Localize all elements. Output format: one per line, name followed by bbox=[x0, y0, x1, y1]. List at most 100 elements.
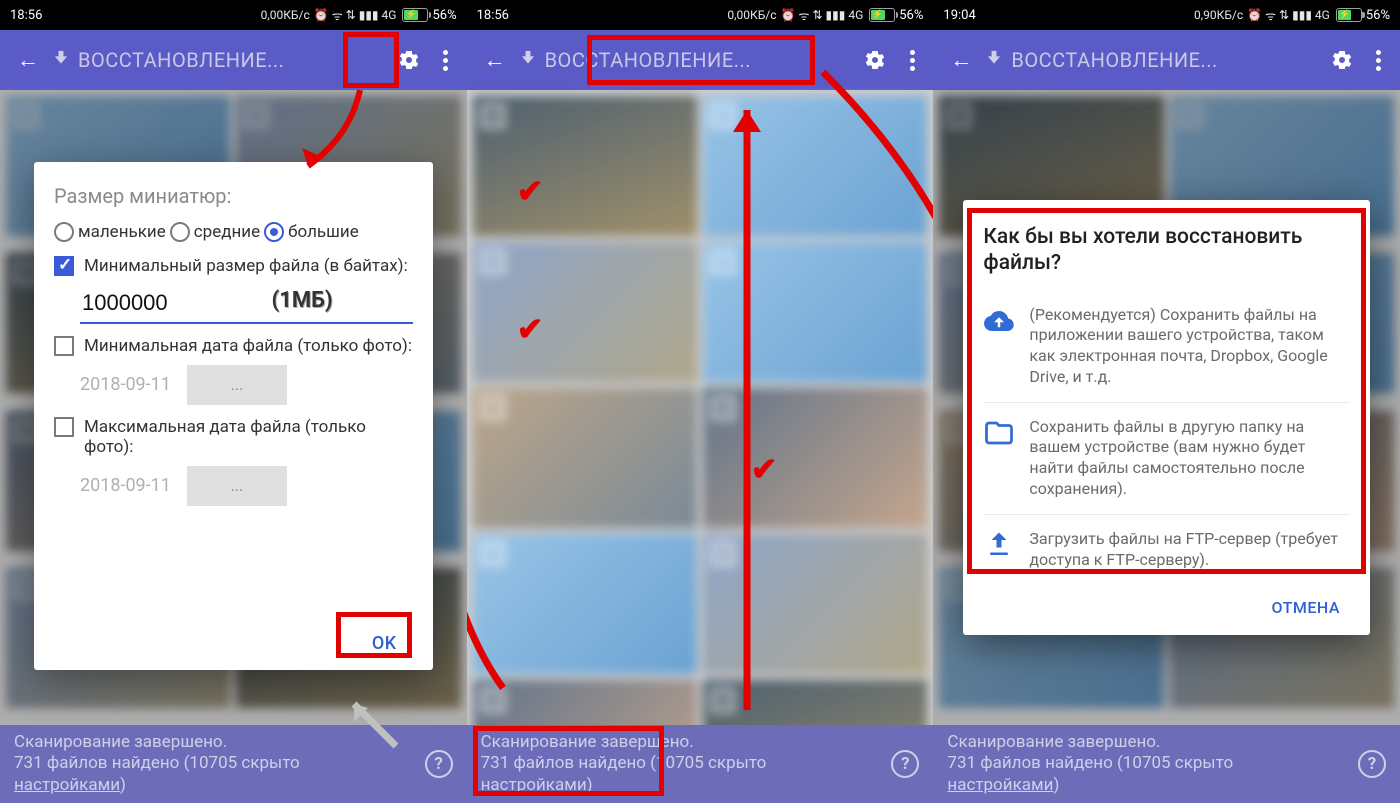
back-button[interactable]: ← bbox=[473, 38, 517, 82]
restore-option-ftp-text: Загрузить файлы на FTP-сервер (требует д… bbox=[1029, 529, 1350, 571]
alarm-icon: ⏰ bbox=[1247, 8, 1262, 22]
min-size-label: Минимальный размер файла (в байтах): bbox=[84, 256, 408, 276]
max-date-value: 2018-09-11 bbox=[80, 475, 171, 496]
restore-heading: Как бы вы хотели восстановить файлы? bbox=[983, 224, 1350, 277]
check-mark-1: ✔ bbox=[517, 172, 544, 210]
network-label: 4G bbox=[1315, 8, 1330, 22]
screen-3-restore-dialog: 19:04 0,90КБ/с ⏰ ᯤ ⇅ ▮▮▮ 4G 56% ← bbox=[933, 0, 1400, 803]
folder-icon bbox=[983, 417, 1015, 449]
app-bar: ← ВОССТАНОВЛЕНИЕ... bbox=[467, 30, 934, 90]
status-bar: 18:56 0,00КБ/с ⏰ ᯤ ⇅ ▮▮▮ 4G 56% bbox=[467, 0, 934, 30]
status-time: 18:56 bbox=[10, 8, 42, 23]
network-label: 4G bbox=[848, 8, 863, 22]
restore-option-cloud[interactable]: (Рекомендуется) Сохранить файлы на прило… bbox=[983, 291, 1350, 402]
wifi-icon: ᯤ bbox=[798, 7, 809, 24]
download-icon bbox=[50, 49, 72, 71]
max-date-label: Максимальная дата файла (только фото): bbox=[84, 417, 413, 458]
footer-settings-link[interactable]: настройками bbox=[481, 775, 587, 795]
appbar-title: ВОССТАНОВЛЕНИЕ... bbox=[545, 48, 751, 72]
alarm-icon: ⏰ bbox=[314, 8, 329, 22]
status-time: 18:56 bbox=[477, 8, 509, 23]
footer-line1: Сканирование завершено. bbox=[947, 732, 1160, 752]
footer-line1: Сканирование завершено. bbox=[481, 732, 694, 752]
status-footer: Сканирование завершено. 731 файлов найде… bbox=[467, 725, 934, 803]
thumbnail-item[interactable] bbox=[703, 388, 927, 528]
overflow-menu-button[interactable] bbox=[1364, 38, 1394, 82]
thumbnail-item[interactable] bbox=[473, 96, 697, 236]
settings-button[interactable] bbox=[853, 38, 897, 82]
min-date-checkbox[interactable] bbox=[54, 336, 74, 356]
footer-files-found: 731 файлов найдено bbox=[481, 753, 646, 773]
thumbnail-size-radios: маленькие средние большие bbox=[54, 222, 413, 242]
signal-icon: ▮▮▮ bbox=[826, 8, 846, 22]
footer-settings-link[interactable]: настройками bbox=[14, 775, 120, 795]
battery-indicator: 56% bbox=[400, 8, 456, 23]
battery-indicator: 56% bbox=[867, 8, 923, 23]
min-size-input[interactable] bbox=[80, 284, 413, 324]
download-icon bbox=[983, 49, 1005, 71]
network-label: 4G bbox=[382, 8, 397, 22]
screen-1-settings-dialog: 18:56 0,00КБ/с ⏰ ᯤ ⇅ ▮▮▮ 4G 56% ← bbox=[0, 0, 467, 803]
status-speed: 0,00КБ/с bbox=[727, 8, 776, 22]
status-bar: 18:56 0,00КБ/с ⏰ ᯤ ⇅ ▮▮▮ 4G 56% bbox=[0, 0, 467, 30]
settings-button[interactable] bbox=[387, 38, 431, 82]
app-bar: ← ВОССТАНОВЛЕНИЕ... bbox=[933, 30, 1400, 90]
restore-dialog: Как бы вы хотели восстановить файлы? (Ре… bbox=[963, 200, 1370, 635]
data-icon: ⇅ bbox=[1279, 8, 1289, 22]
thumbnail-item[interactable] bbox=[473, 388, 697, 528]
ok-button[interactable]: OK bbox=[372, 633, 397, 654]
min-date-value: 2018-09-11 bbox=[80, 374, 171, 395]
footer-files-found: 731 файлов найдено bbox=[947, 753, 1112, 773]
thumbnail-item[interactable] bbox=[473, 242, 697, 382]
restore-option-folder-text: Сохранить файлы в другую папку на вашем … bbox=[1029, 417, 1350, 500]
data-icon: ⇅ bbox=[812, 8, 822, 22]
restore-option-folder[interactable]: Сохранить файлы в другую папку на вашем … bbox=[983, 402, 1350, 514]
dialog-heading: Размер миниатюр: bbox=[54, 184, 413, 208]
battery-pct: 56% bbox=[1366, 8, 1390, 23]
restore-option-ftp[interactable]: Загрузить файлы на FTP-сервер (требует д… bbox=[983, 514, 1350, 585]
gear-icon bbox=[397, 48, 421, 72]
help-button[interactable]: ? bbox=[425, 750, 453, 778]
overflow-menu-button[interactable] bbox=[897, 38, 927, 82]
overflow-menu-button[interactable] bbox=[431, 38, 461, 82]
status-footer: Сканирование завершено. 731 файлов найде… bbox=[933, 725, 1400, 803]
alarm-icon: ⏰ bbox=[781, 8, 796, 22]
max-date-picker-button[interactable]: ... bbox=[187, 466, 287, 506]
check-mark-3: ✔ bbox=[751, 450, 778, 488]
back-button[interactable]: ← bbox=[939, 38, 983, 82]
thumbnail-item[interactable] bbox=[703, 96, 927, 236]
footer-line1: Сканирование завершено. bbox=[14, 732, 227, 752]
cloud-upload-icon bbox=[983, 305, 1015, 337]
help-button[interactable]: ? bbox=[891, 750, 919, 778]
thumbnail-item[interactable] bbox=[473, 534, 697, 674]
data-icon: ⇅ bbox=[346, 8, 356, 22]
help-button[interactable]: ? bbox=[1358, 750, 1386, 778]
thumbnail-item[interactable] bbox=[703, 534, 927, 674]
back-button[interactable]: ← bbox=[6, 38, 50, 82]
min-size-note: (1МБ) bbox=[272, 288, 333, 313]
restore-option-cloud-text: (Рекомендуется) Сохранить файлы на прило… bbox=[1029, 305, 1350, 388]
screen-2-selection: 18:56 0,00КБ/с ⏰ ᯤ ⇅ ▮▮▮ 4G 56% ← bbox=[467, 0, 934, 803]
check-mark-2: ✔ bbox=[517, 310, 544, 348]
battery-pct: 56% bbox=[432, 8, 456, 23]
radio-medium[interactable]: средние bbox=[170, 222, 260, 242]
min-date-picker-button[interactable]: ... bbox=[187, 365, 287, 405]
battery-pct: 56% bbox=[899, 8, 923, 23]
wifi-icon: ᯤ bbox=[1265, 7, 1276, 24]
radio-small[interactable]: маленькие bbox=[54, 222, 166, 242]
download-icon bbox=[517, 49, 539, 71]
radio-large[interactable]: большие bbox=[264, 222, 359, 242]
settings-button[interactable] bbox=[1320, 38, 1364, 82]
footer-settings-link[interactable]: настройками bbox=[947, 775, 1053, 795]
wifi-icon: ᯤ bbox=[332, 7, 343, 24]
gear-icon bbox=[863, 48, 887, 72]
settings-dialog: Размер миниатюр: маленькие средние больш… bbox=[34, 162, 433, 670]
battery-indicator: 56% bbox=[1334, 8, 1390, 23]
app-bar: ← ВОССТАНОВЛЕНИЕ... bbox=[0, 30, 467, 90]
upload-icon bbox=[983, 529, 1015, 561]
status-bar: 19:04 0,90КБ/с ⏰ ᯤ ⇅ ▮▮▮ 4G 56% bbox=[933, 0, 1400, 30]
max-date-checkbox[interactable] bbox=[54, 417, 74, 437]
min-size-checkbox[interactable] bbox=[54, 256, 74, 276]
cancel-button[interactable]: ОТМЕНА bbox=[983, 584, 1350, 621]
thumbnail-item[interactable] bbox=[703, 242, 927, 382]
